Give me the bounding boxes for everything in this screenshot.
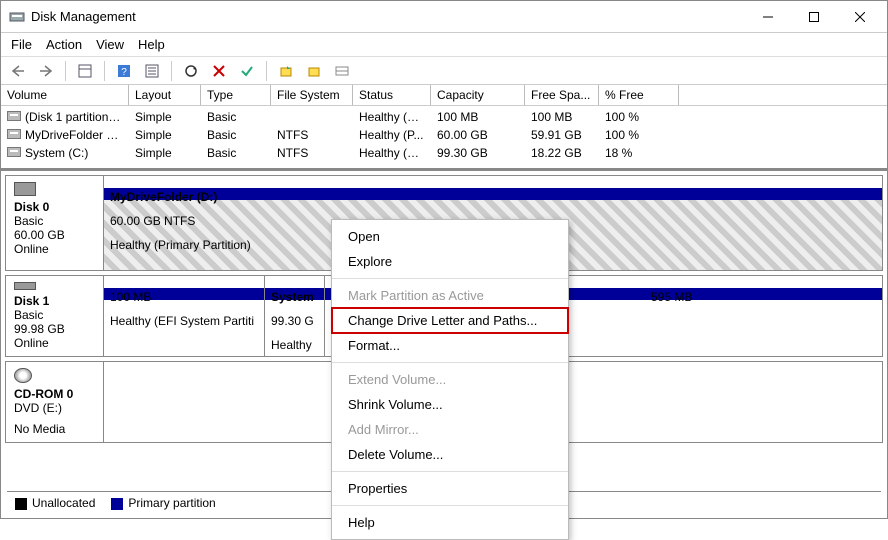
- volume-row[interactable]: MyDriveFolder (D:) Simple Basic NTFS Hea…: [1, 126, 887, 144]
- menu-action[interactable]: Action: [46, 37, 82, 52]
- forward-button[interactable]: [35, 60, 57, 82]
- col-volume[interactable]: Volume: [1, 85, 129, 105]
- ctx-change-drive-letter[interactable]: Change Drive Letter and Paths...: [332, 308, 568, 333]
- ctx-help[interactable]: Help: [332, 510, 568, 535]
- col-layout[interactable]: Layout: [129, 85, 201, 105]
- menu-help[interactable]: Help: [138, 37, 165, 52]
- col-status[interactable]: Status: [353, 85, 431, 105]
- col-capacity[interactable]: Capacity: [431, 85, 525, 105]
- col-pct-free[interactable]: % Free: [599, 85, 679, 105]
- ctx-add-mirror: Add Mirror...: [332, 417, 568, 442]
- ctx-explore[interactable]: Explore: [332, 249, 568, 274]
- col-type[interactable]: Type: [201, 85, 271, 105]
- volume-list-header: Volume Layout Type File System Status Ca…: [1, 85, 887, 106]
- disk-label[interactable]: CD-ROM 0 DVD (E:) No Media: [6, 362, 104, 442]
- toolbar-separator: [65, 61, 66, 81]
- ctx-delete-volume[interactable]: Delete Volume...: [332, 442, 568, 467]
- volume-icon: [7, 147, 21, 157]
- toolbar: ?: [1, 57, 887, 85]
- volume-icon: [7, 111, 21, 121]
- menu-view[interactable]: View: [96, 37, 124, 52]
- ctx-separator: [332, 505, 568, 506]
- ctx-properties[interactable]: Properties: [332, 476, 568, 501]
- toolbar-separator: [104, 61, 105, 81]
- ctx-mark-active: Mark Partition as Active: [332, 283, 568, 308]
- close-button[interactable]: [837, 2, 883, 32]
- window-title: Disk Management: [31, 9, 745, 24]
- svg-text:?: ?: [121, 67, 127, 78]
- back-button[interactable]: [7, 60, 29, 82]
- disk-label[interactable]: Disk 1 Basic 99.98 GB Online: [6, 276, 104, 356]
- disk-icon: [14, 282, 36, 290]
- titlebar: Disk Management: [1, 1, 887, 33]
- disk-label[interactable]: Disk 0 Basic 60.00 GB Online: [6, 176, 104, 270]
- ctx-open[interactable]: Open: [332, 224, 568, 249]
- volume-row[interactable]: System (C:) Simple Basic NTFS Healthy (B…: [1, 144, 887, 162]
- partition-efi[interactable]: 100 MB Healthy (EFI System Partiti: [104, 276, 264, 356]
- toolbar-separator: [266, 61, 267, 81]
- volume-list: Volume Layout Type File System Status Ca…: [1, 85, 887, 169]
- ctx-separator: [332, 278, 568, 279]
- col-free[interactable]: Free Spa...: [525, 85, 599, 105]
- menu-file[interactable]: File: [11, 37, 32, 52]
- disk-icon: [14, 182, 36, 196]
- show-hide-button[interactable]: [74, 60, 96, 82]
- refresh-icon[interactable]: [180, 60, 202, 82]
- col-filesystem[interactable]: File System: [271, 85, 353, 105]
- app-icon: [9, 9, 25, 25]
- context-menu: Open Explore Mark Partition as Active Ch…: [331, 219, 569, 540]
- cdrom-icon: [14, 368, 32, 383]
- volume-icon: [7, 129, 21, 139]
- checkmark-icon[interactable]: [236, 60, 258, 82]
- menubar: File Action View Help: [1, 33, 887, 57]
- partition-system-c[interactable]: System 99.30 G Healthy: [264, 276, 324, 356]
- legend-unallocated: Unallocated: [15, 496, 95, 510]
- ctx-shrink-volume[interactable]: Shrink Volume...: [332, 392, 568, 417]
- properties-icon[interactable]: [141, 60, 163, 82]
- volume-row[interactable]: (Disk 1 partition 1) Simple Basic Health…: [1, 108, 887, 126]
- create-vhd-icon[interactable]: [275, 60, 297, 82]
- toolbar-separator: [171, 61, 172, 81]
- window-controls: [745, 2, 883, 32]
- ctx-extend-volume: Extend Volume...: [332, 367, 568, 392]
- delete-icon[interactable]: [208, 60, 230, 82]
- minimize-button[interactable]: [745, 2, 791, 32]
- maximize-button[interactable]: [791, 2, 837, 32]
- detach-vhd-icon[interactable]: [331, 60, 353, 82]
- ctx-separator: [332, 471, 568, 472]
- attach-vhd-icon[interactable]: [303, 60, 325, 82]
- legend-primary-partition: Primary partition: [111, 496, 215, 510]
- ctx-format[interactable]: Format...: [332, 333, 568, 358]
- help-icon[interactable]: ?: [113, 60, 135, 82]
- ctx-separator: [332, 362, 568, 363]
